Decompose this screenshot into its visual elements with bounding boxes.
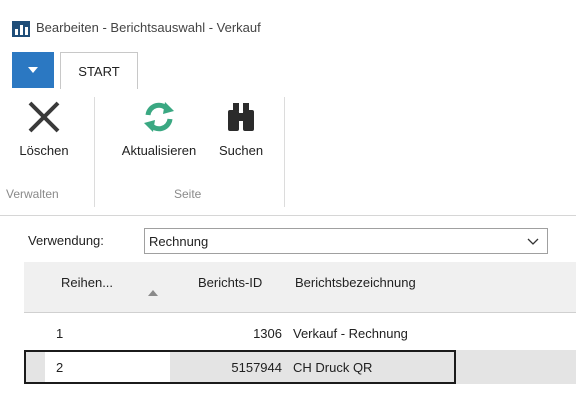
table-row-selected[interactable]: 2 5157944 CH Druck QR <box>24 350 576 384</box>
filter-label: Verwendung: <box>28 233 104 248</box>
selection-outline <box>24 350 456 384</box>
delete-x-icon <box>28 101 60 133</box>
delete-button-label: Löschen <box>19 143 69 158</box>
column-header-sequence[interactable]: Reihen... <box>61 275 113 290</box>
usage-dropdown[interactable]: Rechnung <box>144 228 548 254</box>
application-menu-button[interactable] <box>12 52 54 88</box>
group-separator <box>94 97 95 207</box>
ribbon: Löschen Verwalten Aktualisieren Suchen S <box>0 89 576 216</box>
refresh-button[interactable]: Aktualisieren <box>110 95 208 175</box>
table-row[interactable]: 1 1306 Verkauf - Rechnung <box>24 316 576 350</box>
usage-dropdown-value: Rechnung <box>149 234 209 249</box>
cell-report-id: 1306 <box>253 326 282 341</box>
table-header: Reihen... Berichts-ID Berichtsbezeichnun… <box>24 262 576 313</box>
group-label-verwalten: Verwalten <box>6 187 59 201</box>
search-button[interactable]: Suchen <box>210 95 272 175</box>
group-label-seite: Seite <box>174 187 202 201</box>
title-bar: Bearbeiten - Berichtsauswahl - Verkauf <box>0 0 576 44</box>
group-separator <box>284 97 285 207</box>
column-header-report-id[interactable]: Berichts-ID <box>198 275 262 290</box>
chevron-down-icon <box>527 238 539 245</box>
app-chart-icon <box>12 21 30 37</box>
column-header-report-name[interactable]: Berichtsbezeichnung <box>295 275 416 290</box>
sort-ascending-icon <box>148 290 158 296</box>
tab-start[interactable]: START <box>60 52 138 90</box>
refresh-button-label: Aktualisieren <box>121 143 197 158</box>
cell-report-name: Verkauf - Rechnung <box>293 326 408 341</box>
ribbon-tab-bar: START <box>0 52 576 90</box>
delete-button[interactable]: Löschen <box>6 95 82 175</box>
cell-sequence: 1 <box>56 326 64 341</box>
window-title: Bearbeiten - Berichtsauswahl - Verkauf <box>36 20 261 35</box>
refresh-icon <box>144 102 174 132</box>
search-button-label: Suchen <box>218 143 264 158</box>
triangle-down-icon <box>28 67 38 73</box>
binoculars-icon <box>228 103 254 131</box>
report-selection-table: Reihen... Berichts-ID Berichtsbezeichnun… <box>24 262 576 414</box>
